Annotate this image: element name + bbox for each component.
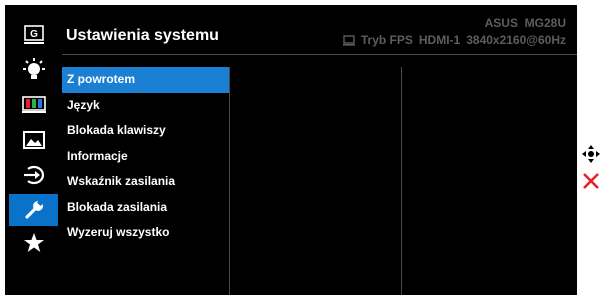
- header-divider: [62, 54, 577, 55]
- sidebar-item-system-setup[interactable]: [9, 194, 58, 226]
- status-bar: Tryb FPS HDMI-1 3840x2160@60Hz: [342, 33, 566, 47]
- svg-text:G: G: [30, 29, 38, 40]
- menu-item-power-key-lock[interactable]: Blokada zasilania: [62, 195, 229, 221]
- sidebar-item-gameplus[interactable]: G: [9, 20, 58, 50]
- resolution-label: 3840x2160@60Hz: [466, 33, 566, 47]
- menu-item-power-indicator[interactable]: Wskaźnik zasilania: [62, 169, 229, 195]
- sidebar-item-input-select[interactable]: [9, 160, 58, 190]
- sidebar-item-image[interactable]: [9, 125, 58, 155]
- navigate-hint[interactable]: [582, 145, 600, 168]
- mode-label: Tryb FPS: [360, 33, 413, 47]
- sidebar-item-color[interactable]: [9, 90, 58, 120]
- color-icon: [21, 96, 46, 113]
- image-icon: [22, 131, 45, 149]
- column-divider-1: [229, 67, 230, 295]
- page-title: Ustawienia systemu: [66, 27, 219, 44]
- system-setup-icon: [24, 199, 44, 219]
- sidebar-item-brightness[interactable]: [9, 55, 58, 85]
- myfavorite-icon: [23, 233, 44, 252]
- menu-item-language[interactable]: Język: [62, 93, 229, 119]
- icon-sidebar: G: [5, 5, 62, 295]
- input-select-icon: [23, 165, 44, 185]
- input-label: HDMI-1: [418, 33, 461, 47]
- brightness-icon: [22, 58, 45, 79]
- menu-item-information[interactable]: Informacje: [62, 144, 229, 170]
- exit-hint[interactable]: [582, 172, 600, 195]
- five-way-joystick-icon: [582, 145, 600, 163]
- close-icon: [583, 173, 599, 189]
- monitor-icon: [342, 34, 355, 46]
- menu-item-back[interactable]: Z powrotem: [62, 67, 229, 93]
- settings-menu: Z powrotem Język Blokada klawiszy Inform…: [62, 67, 229, 246]
- sidebar-item-myfavorite[interactable]: [9, 228, 58, 258]
- menu-item-key-lock[interactable]: Blokada klawiszy: [62, 118, 229, 144]
- column-divider-2: [401, 67, 402, 295]
- menu-item-reset-all[interactable]: Wyzeruj wszystko: [62, 220, 229, 246]
- osd-menu: G Ustawienia systemu ASUS MG28U Tryb FPS…: [5, 5, 577, 295]
- gameplus-icon: G: [23, 25, 44, 44]
- model-name: ASUS MG28U: [484, 16, 566, 30]
